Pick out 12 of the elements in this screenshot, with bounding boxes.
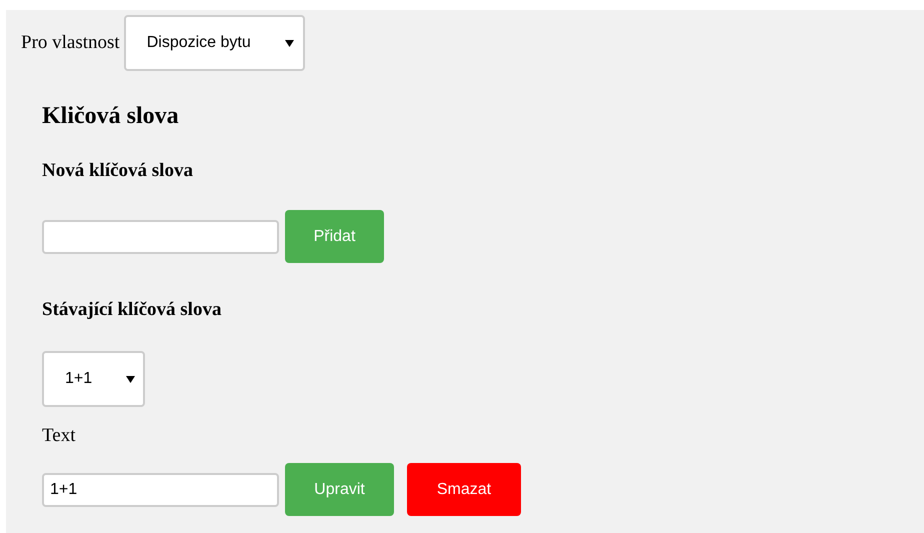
text-label: Text: [42, 425, 76, 447]
keyword-text-field[interactable]: 1+1: [42, 472, 279, 506]
keyword-dropdown[interactable]: 1+1: [42, 351, 145, 407]
section-title: Kličová slova: [42, 103, 180, 130]
dropdown-arrow-icon: [284, 40, 294, 46]
property-dropdown[interactable]: Dispozice bytu: [124, 15, 305, 71]
delete-button[interactable]: Smazat: [407, 463, 521, 516]
dropdown-arrow-icon: [126, 376, 135, 382]
section-subtitle: Nová klíčová slova: [42, 160, 194, 182]
keyword-input-field[interactable]: [42, 220, 279, 254]
property-label: Pro vlastnost: [21, 32, 120, 54]
section-subtitle: Stávající klíčová slova: [42, 299, 222, 321]
